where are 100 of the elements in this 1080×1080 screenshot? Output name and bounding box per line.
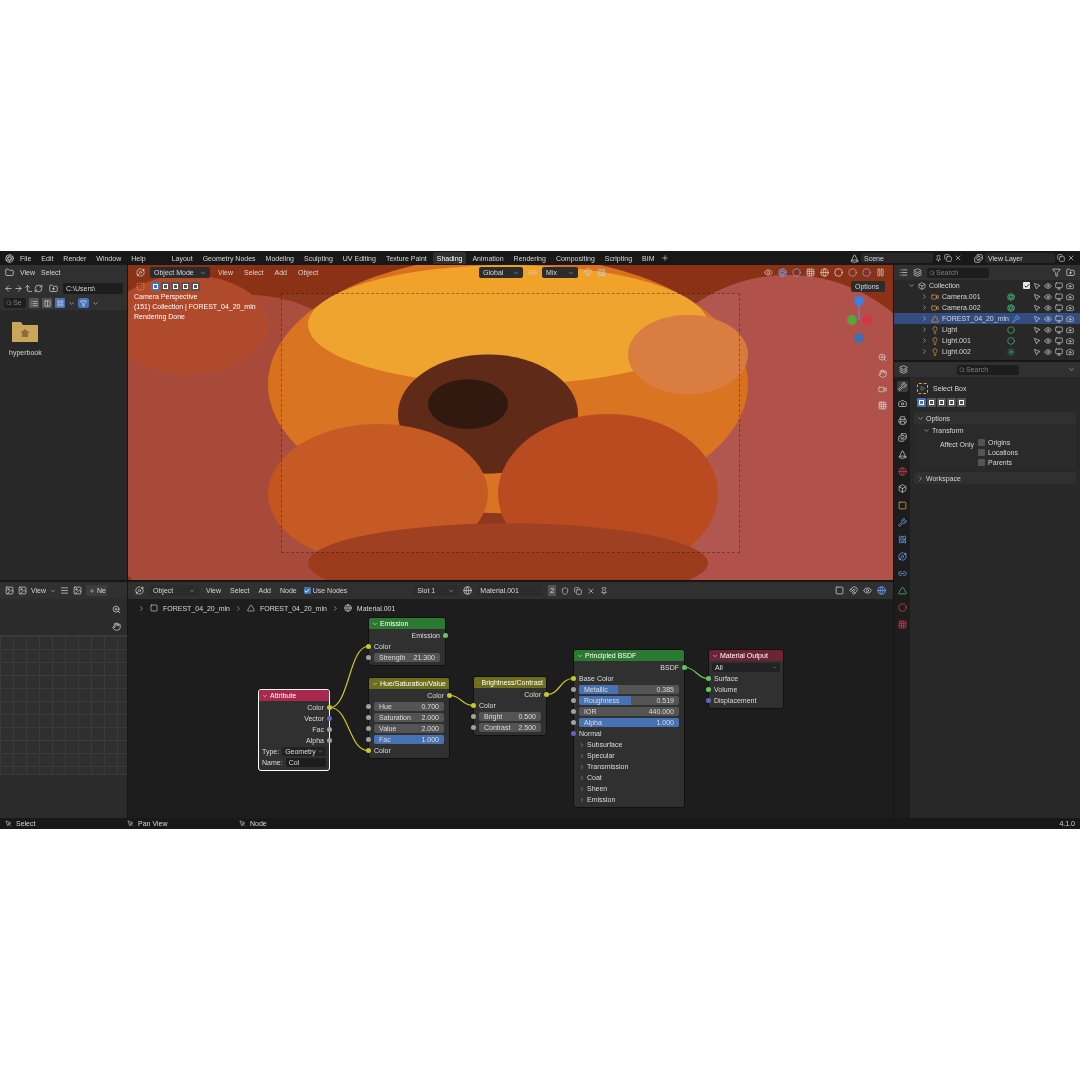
box-icon[interactable] <box>897 484 907 493</box>
node-socket[interactable] <box>471 725 476 730</box>
bulb-icon[interactable] <box>931 325 939 334</box>
visibility-icon[interactable] <box>764 268 773 277</box>
bulb-icon[interactable] <box>931 336 939 345</box>
eye-icon[interactable] <box>1044 336 1052 345</box>
pin-icon[interactable] <box>600 586 609 595</box>
selection-mode-button[interactable] <box>171 282 180 291</box>
checkbox[interactable] <box>1023 282 1030 289</box>
monitor-icon[interactable] <box>1055 292 1063 301</box>
atom-icon[interactable] <box>897 535 907 544</box>
node-socket[interactable] <box>571 687 576 692</box>
aperture-icon[interactable] <box>1007 303 1015 312</box>
hand-icon[interactable] <box>112 622 121 631</box>
render-icon[interactable] <box>1066 303 1074 312</box>
render-icon[interactable] <box>1066 347 1074 356</box>
checkbox[interactable] <box>978 459 985 466</box>
node-socket[interactable] <box>544 692 549 697</box>
checkbox[interactable] <box>978 439 985 446</box>
close-icon[interactable] <box>587 586 596 595</box>
selection-mode-button[interactable] <box>151 282 160 291</box>
magnet-icon[interactable] <box>849 586 858 595</box>
editor-type-icon[interactable] <box>135 586 144 595</box>
sun-icon[interactable] <box>1007 347 1015 356</box>
editor-type-icon[interactable] <box>5 268 14 277</box>
editor-type-icon[interactable] <box>136 268 145 277</box>
refresh-icon[interactable] <box>34 283 43 293</box>
node-socket[interactable] <box>366 655 371 660</box>
camera-icon[interactable] <box>931 292 939 301</box>
monitor-icon[interactable] <box>1055 325 1063 334</box>
node-socket[interactable] <box>571 709 576 714</box>
selection-mode-button[interactable] <box>957 398 966 407</box>
filter-icon[interactable] <box>1052 268 1061 277</box>
eye-icon[interactable] <box>1044 281 1052 290</box>
tool-button[interactable] <box>917 382 928 394</box>
grid-icon[interactable] <box>878 401 887 410</box>
copy-icon[interactable] <box>574 586 583 595</box>
selection-mode-button[interactable] <box>917 398 926 407</box>
tool-icon[interactable] <box>897 382 907 391</box>
folder-icon[interactable] <box>11 319 40 343</box>
render-icon[interactable] <box>1066 281 1074 290</box>
blender-logo-icon[interactable] <box>5 253 14 263</box>
new-collection-icon[interactable] <box>1066 268 1075 277</box>
aperture-icon[interactable] <box>1007 292 1015 301</box>
node-socket[interactable] <box>471 714 476 719</box>
circle-icon[interactable] <box>1007 336 1015 345</box>
node-socket[interactable] <box>571 720 576 725</box>
node-socket[interactable] <box>443 633 448 638</box>
checkbox[interactable] <box>978 449 985 456</box>
globe-icon[interactable] <box>897 467 907 476</box>
pause-icon[interactable] <box>876 268 885 277</box>
monitor-icon[interactable] <box>1055 281 1063 290</box>
node-socket[interactable] <box>366 748 371 753</box>
selection-mode-button[interactable] <box>181 282 190 291</box>
shield-icon[interactable] <box>561 586 570 595</box>
eye-icon[interactable] <box>1044 314 1052 323</box>
node-socket[interactable] <box>571 698 576 703</box>
node-socket[interactable] <box>706 687 711 692</box>
menu-icon[interactable] <box>60 586 70 595</box>
node-socket[interactable] <box>571 676 576 681</box>
image-browse-icon[interactable] <box>73 586 83 595</box>
chevron-icon[interactable] <box>92 299 99 307</box>
monitor-icon[interactable] <box>1055 347 1063 356</box>
display-mode-icon[interactable] <box>913 268 922 277</box>
images-icon[interactable] <box>897 433 907 442</box>
link-icon[interactable] <box>897 569 907 578</box>
node-socket[interactable] <box>366 644 371 649</box>
eye-icon[interactable] <box>1044 325 1052 334</box>
node-socket[interactable] <box>366 726 371 731</box>
close-icon[interactable] <box>954 254 962 262</box>
filter-button[interactable] <box>78 298 89 308</box>
node-socket[interactable] <box>366 715 371 720</box>
render-icon[interactable] <box>1066 336 1074 345</box>
selection-mode-button[interactable] <box>947 398 956 407</box>
triangle-icon[interactable] <box>897 586 907 595</box>
node-socket[interactable] <box>571 731 576 736</box>
chevron-icon[interactable] <box>50 587 57 594</box>
camera-icon[interactable] <box>931 303 939 312</box>
node-socket[interactable] <box>706 698 711 703</box>
collection-icon[interactable] <box>918 281 926 290</box>
cone-icon[interactable] <box>897 450 907 459</box>
node-socket[interactable] <box>366 737 371 742</box>
node-socket[interactable] <box>366 704 371 709</box>
node-socket[interactable] <box>706 676 711 681</box>
node-socket[interactable] <box>682 665 687 670</box>
pin-icon[interactable] <box>935 254 942 262</box>
zoom-icon[interactable] <box>112 605 121 614</box>
selection-mode-button[interactable] <box>191 282 200 291</box>
node-socket[interactable] <box>471 703 476 708</box>
node-socket[interactable] <box>327 727 332 732</box>
parent-folder-icon[interactable] <box>24 283 33 293</box>
selection-mode-button[interactable] <box>161 282 170 291</box>
eye-icon[interactable] <box>1044 303 1052 312</box>
wireframe-icon[interactable] <box>820 268 829 277</box>
display-mode-button[interactable] <box>29 298 39 308</box>
checker-icon[interactable] <box>897 620 907 629</box>
eye-icon[interactable] <box>1044 292 1052 301</box>
monitor-icon[interactable] <box>1055 336 1063 345</box>
forward-icon[interactable] <box>14 283 23 293</box>
editor-type-icon[interactable] <box>5 586 14 595</box>
